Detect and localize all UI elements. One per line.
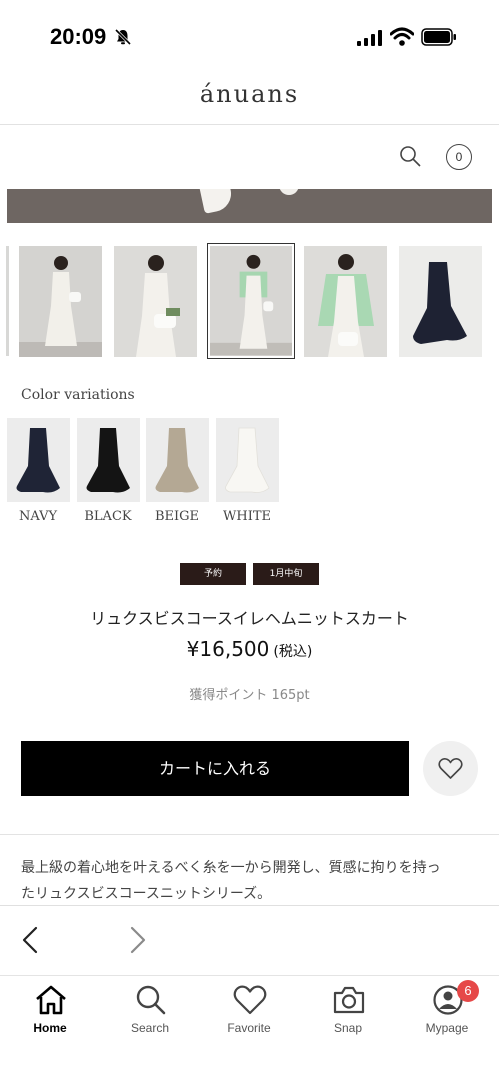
swatch-label: WHITE: [223, 509, 271, 524]
tab-favorite[interactable]: Favorite: [199, 976, 299, 1046]
tab-mypage[interactable]: 6 Mypage: [397, 976, 497, 1046]
model-photo: [304, 246, 387, 357]
back-arrow-icon[interactable]: [18, 926, 42, 954]
home-icon: [36, 985, 66, 1015]
points-earned: 獲得ポイント 165pt: [189, 688, 310, 703]
thumbnail-4[interactable]: [304, 246, 387, 357]
section-divider: [0, 834, 499, 835]
add-to-cart-button[interactable]: カートに入れる: [21, 741, 409, 796]
product-tags: 予約 1月中旬: [0, 563, 499, 585]
browser-nav-bar: [0, 905, 499, 975]
shoe-graphic: [199, 189, 235, 214]
heart-icon: [233, 985, 267, 1015]
battery-icon: [421, 28, 456, 46]
product-description: 最上級の着心地を叶えるべく糸を一から開発し、質感に拘りを持っ たリュクスビスコー…: [21, 855, 481, 907]
description-line: 最上級の着心地を叶えるべく糸を一から開発し、質感に拘りを持っ: [21, 860, 441, 876]
thumbnail-1[interactable]: [19, 246, 102, 357]
tab-search[interactable]: Search: [100, 976, 200, 1046]
header-tools: 0: [0, 140, 499, 176]
swatch-label: BLACK: [84, 509, 132, 524]
delivery-tag: 1月中旬: [253, 563, 319, 585]
preorder-tag: 予約: [180, 563, 246, 585]
cart-count-button[interactable]: 0: [446, 144, 472, 170]
camera-icon: [333, 986, 365, 1014]
skirt-thumbnail: [155, 428, 199, 493]
thumbnail-5[interactable]: [399, 246, 482, 357]
skirt-thumbnail: [86, 428, 130, 493]
wifi-icon: [390, 27, 414, 46]
signal-icon: [357, 30, 382, 46]
thumbnail-3-selected[interactable]: [207, 243, 295, 359]
model-photo: [19, 246, 102, 357]
model-photo: [210, 246, 292, 356]
skirt-photo: [399, 246, 482, 357]
thumbnail-strip: [0, 243, 499, 360]
thumbnail-2[interactable]: [114, 246, 197, 357]
tab-label: Mypage: [425, 1021, 469, 1035]
swatch-white[interactable]: [216, 418, 279, 502]
tab-home[interactable]: Home: [0, 976, 100, 1046]
status-bar: 20:09: [0, 0, 499, 70]
swatch-beige[interactable]: [146, 418, 209, 502]
heart-icon: [438, 758, 463, 779]
shoe-graphic: [279, 189, 299, 195]
price-value: ¥16,500: [186, 637, 270, 661]
skirt-thumbnail: [16, 428, 60, 493]
status-time: 20:09: [50, 24, 107, 49]
main-product-image[interactable]: [7, 189, 492, 223]
bell-off-icon: [114, 28, 132, 46]
skirt-thumbnail: [225, 427, 270, 493]
forward-arrow-icon[interactable]: [126, 926, 150, 954]
tab-label: Favorite: [227, 1021, 271, 1035]
favorite-button[interactable]: [423, 741, 478, 796]
tab-snap[interactable]: Snap: [298, 976, 398, 1046]
description-line: たリュクスビスコースニットシリーズ。: [21, 886, 272, 902]
swatch-navy[interactable]: [7, 418, 70, 502]
tab-label: Search: [130, 1021, 170, 1035]
swatch-label: NAVY: [18, 509, 58, 524]
color-variations-title: Color variations: [21, 387, 135, 403]
notification-badge: 6: [457, 980, 479, 1002]
model-photo: [114, 246, 197, 357]
tab-label: Snap: [333, 1021, 363, 1035]
swatch-black[interactable]: [77, 418, 140, 502]
swatch-label: BEIGE: [154, 509, 200, 524]
product-name: リュクスビスコースイレヘムニットスカート: [90, 609, 409, 628]
search-icon: [136, 985, 166, 1015]
product-price: ¥16,500 (税込): [0, 637, 499, 661]
search-icon[interactable]: [398, 144, 422, 168]
site-header: ánuans: [0, 70, 499, 125]
bottom-tab-bar: Home Search Favorite Snap 6 Mypage: [0, 975, 499, 1080]
tax-label: (税込): [273, 644, 313, 660]
tab-label: Home: [33, 1021, 67, 1035]
brand-logo[interactable]: ánuans: [0, 80, 499, 108]
